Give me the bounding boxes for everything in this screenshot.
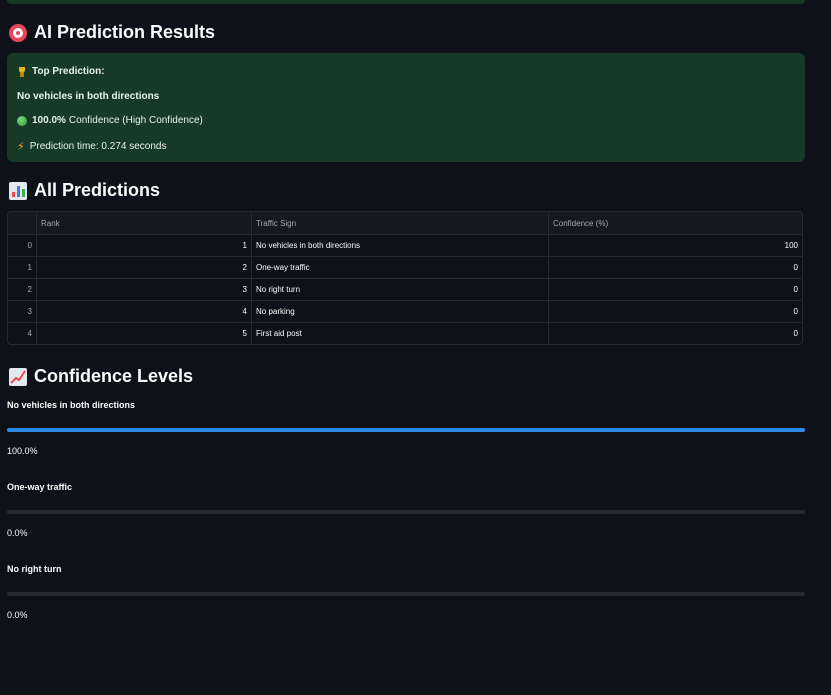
- target-icon: [9, 23, 27, 42]
- confidence-value: 100.0%: [32, 115, 66, 126]
- confidence-cell[interactable]: 100: [548, 234, 802, 257]
- green-circle-icon: [17, 115, 27, 126]
- confidence-column-header[interactable]: Confidence (%): [548, 212, 802, 235]
- predictions-table[interactable]: Rank Traffic Sign Confidence (%) 0 1 No …: [7, 211, 803, 345]
- top-prediction-label-line: Top Prediction:: [17, 66, 105, 77]
- table-row[interactable]: 1 2 One-way traffic 0: [8, 256, 802, 279]
- rank-cell[interactable]: 3: [36, 278, 252, 301]
- row-index[interactable]: 0: [8, 234, 37, 257]
- table-row[interactable]: 4 5 First aid post 0: [8, 322, 803, 345]
- chart-increasing-icon: [9, 367, 27, 386]
- progress-fill: [7, 428, 805, 432]
- table-header-row: Rank Traffic Sign Confidence (%): [8, 212, 802, 235]
- rank-cell[interactable]: 4: [36, 300, 252, 323]
- confidence-label: One-way traffic: [7, 482, 73, 492]
- trophy-icon: [17, 66, 27, 77]
- all-predictions-heading: All Predictions: [9, 180, 160, 201]
- confidence-progress-bar: [7, 428, 805, 432]
- rank-cell[interactable]: 5: [36, 322, 252, 344]
- confidence-value-text: 0.0%: [7, 528, 28, 538]
- table-row[interactable]: 2 3 No right turn 0: [8, 278, 802, 301]
- confidence-progress-bar: [7, 592, 805, 596]
- confidence-cell[interactable]: 0: [549, 323, 803, 345]
- confidence-line: 100.0% Confidence (High Confidence): [17, 115, 203, 126]
- confidence-cell[interactable]: 0: [548, 278, 802, 301]
- row-index[interactable]: 3: [8, 300, 37, 323]
- top-prediction-label: Top Prediction:: [32, 66, 105, 77]
- all-predictions-heading-text: All Predictions: [34, 180, 161, 200]
- traffic-sign-cell[interactable]: No vehicles in both directions: [251, 234, 549, 257]
- results-heading: AI Prediction Results: [9, 22, 215, 43]
- top-prediction-alert: Top Prediction: No vehicles in both dire…: [7, 53, 805, 162]
- traffic-sign-cell[interactable]: One-way traffic: [251, 256, 549, 279]
- top-prediction-value: No vehicles in both directions: [17, 91, 160, 102]
- table-row[interactable]: 0 1 No vehicles in both directions 100: [8, 234, 802, 257]
- traffic-sign-column-header[interactable]: Traffic Sign: [251, 212, 549, 235]
- lightning-bolt-icon: ⚡: [17, 141, 25, 153]
- confidence-cell[interactable]: 0: [548, 300, 802, 323]
- confidence-value-text: 100.0%: [7, 446, 38, 456]
- confidence-label: No vehicles in both directions: [7, 400, 136, 410]
- row-index[interactable]: 4: [8, 322, 37, 344]
- prediction-time: Prediction time: 0.274 seconds: [29, 141, 167, 152]
- confidence-text: Confidence (High Confidence): [68, 115, 203, 126]
- rank-cell[interactable]: 2: [36, 256, 252, 279]
- confidence-cell[interactable]: 0: [548, 256, 802, 279]
- rank-column-header[interactable]: Rank: [36, 212, 252, 235]
- bar-chart-icon: [9, 181, 27, 200]
- confidence-progress-bar: [7, 510, 805, 514]
- previous-alert-box-edge: [7, 0, 805, 4]
- results-heading-text: AI Prediction Results: [34, 22, 216, 42]
- confidence-levels-heading-text: Confidence Levels: [34, 366, 194, 386]
- traffic-sign-cell[interactable]: No right turn: [251, 278, 549, 301]
- confidence-value-text: 0.0%: [7, 610, 28, 620]
- top-prediction-line: No vehicles in both directions: [17, 91, 159, 102]
- index-column-header[interactable]: [8, 212, 37, 235]
- confidence-label: No right turn: [7, 564, 62, 574]
- traffic-sign-cell[interactable]: First aid post: [251, 322, 549, 344]
- table-row[interactable]: 3 4 No parking 0: [8, 300, 802, 323]
- prediction-time-line: ⚡ Prediction time: 0.274 seconds: [17, 140, 166, 153]
- row-index[interactable]: 1: [8, 256, 37, 279]
- rank-cell[interactable]: 1: [36, 234, 252, 257]
- traffic-sign-cell[interactable]: No parking: [251, 300, 549, 323]
- confidence-levels-heading: Confidence Levels: [9, 366, 193, 387]
- row-index[interactable]: 2: [8, 278, 37, 301]
